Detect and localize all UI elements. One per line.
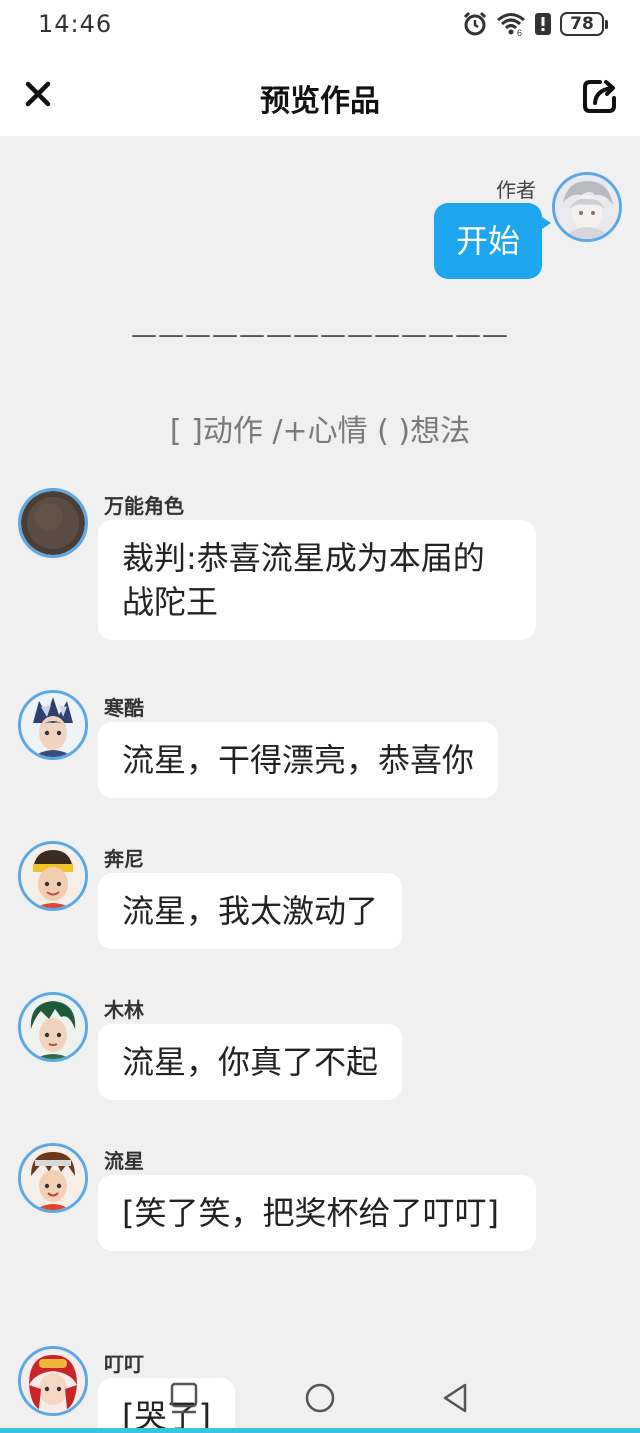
message-bubble[interactable]: 裁判:恭喜流星成为本届的战陀王 <box>98 520 536 640</box>
alert-icon <box>535 13 551 35</box>
sender-name: 流星 <box>104 1149 144 1173</box>
message-bubble[interactable]: [笑了笑，把奖杯给了叮叮] <box>98 1175 536 1251</box>
sender-name: 奔尼 <box>104 847 144 871</box>
author-name: 作者 <box>496 178 536 202</box>
avatar[interactable] <box>18 488 88 558</box>
nav-accent-bar <box>0 1428 640 1433</box>
author-message-bubble[interactable]: 开始 <box>433 203 552 279</box>
author-avatar[interactable] <box>552 172 622 242</box>
circle-icon[interactable] <box>302 1380 338 1416</box>
page-title: 预览作品 <box>260 84 380 119</box>
divider-line: —————————————— <box>131 320 509 350</box>
square-icon[interactable] <box>166 1380 202 1416</box>
avatar[interactable] <box>18 992 88 1062</box>
sender-name: 木林 <box>104 998 144 1022</box>
wifi-icon: 6 <box>497 13 525 37</box>
battery-icon: 78 <box>560 12 608 36</box>
app-bar: 预览作品 <box>0 48 640 136</box>
status-icons: 6 78 <box>462 10 608 38</box>
avatar[interactable] <box>18 841 88 911</box>
format-hint: [ ]动作 /+心情 ( )想法 <box>169 414 471 449</box>
message-bubble[interactable]: 流星，我太激动了 <box>98 873 403 949</box>
triangle-back-icon[interactable] <box>437 1380 473 1416</box>
sender-name: 万能角色 <box>104 494 184 518</box>
system-nav-bar <box>0 1362 640 1433</box>
alarm-icon <box>463 11 487 36</box>
avatar[interactable] <box>18 690 88 760</box>
message-bubble[interactable]: 流星，你真了不起 <box>98 1024 403 1100</box>
status-bar: 14:46 6 78 <box>0 0 640 48</box>
status-time: 14:46 <box>38 10 113 38</box>
svg-text:6: 6 <box>517 28 522 37</box>
sender-name: 寒酷 <box>104 696 144 720</box>
message-bubble[interactable]: 流星，干得漂亮，恭喜你 <box>98 722 499 798</box>
chat-area[interactable]: 作者 开始 —————————————— [ ]动作 /+心情 ( )想法 万能… <box>0 136 640 1433</box>
share-icon[interactable] <box>580 76 620 116</box>
avatar[interactable] <box>18 1143 88 1213</box>
